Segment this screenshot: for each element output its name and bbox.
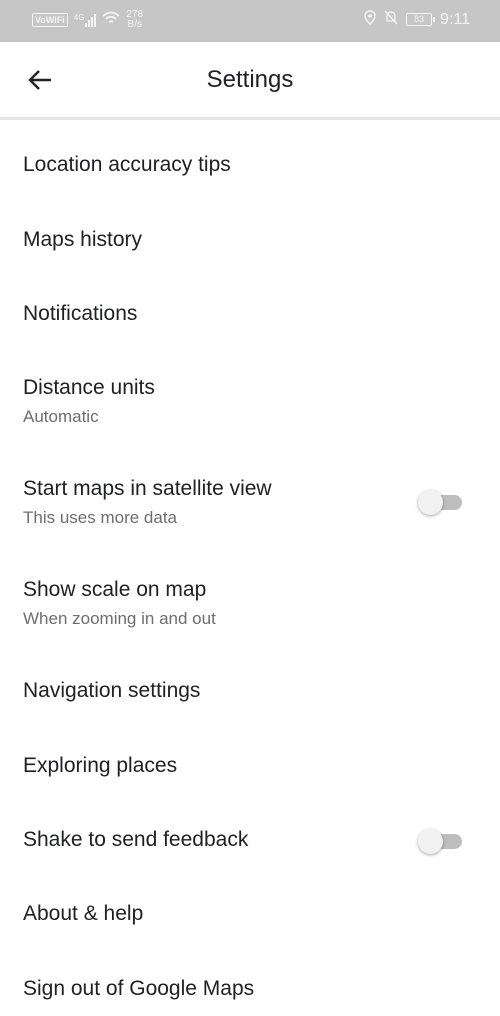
settings-item-label: Shake to send feedback	[23, 828, 249, 851]
settings-item-label: Location accuracy tips	[23, 153, 231, 176]
status-time: 9:11	[440, 10, 470, 28]
settings-item-subtitle: When zooming in and out	[23, 609, 216, 628]
settings-item-about-help[interactable]: About & help	[0, 874, 500, 949]
settings-item-distance-units[interactable]: Distance units Automatic	[0, 349, 500, 449]
app-bar: Settings	[0, 42, 500, 120]
wifi-icon	[102, 11, 120, 29]
toggle-thumb	[418, 829, 443, 854]
shake-feedback-toggle[interactable]	[418, 826, 464, 856]
settings-item-location-accuracy-tips[interactable]: Location accuracy tips	[0, 123, 500, 201]
settings-item-maps-history[interactable]: Maps history	[0, 201, 500, 275]
status-bar-left: VoWiFi 4G 278 B/s	[32, 10, 143, 30]
settings-item-label: Maps history	[23, 228, 143, 251]
network-speed: 278 B/s	[126, 10, 143, 30]
settings-item-satellite-view[interactable]: Start maps in satellite view This uses m…	[0, 449, 500, 550]
settings-item-shake-feedback[interactable]: Shake to send feedback	[0, 800, 500, 874]
status-bar: VoWiFi 4G 278 B/s 83 9:11	[0, 0, 500, 42]
location-icon	[364, 10, 376, 29]
settings-item-exploring-places[interactable]: Exploring places	[0, 726, 500, 800]
settings-item-label: Start maps in satellite view	[23, 477, 272, 500]
settings-item-show-scale[interactable]: Show scale on map When zooming in and ou…	[0, 550, 500, 651]
settings-item-subtitle: Automatic	[23, 407, 99, 426]
notifications-off-icon	[384, 10, 398, 29]
settings-item-label: Notifications	[23, 302, 138, 325]
satellite-view-toggle[interactable]	[418, 487, 464, 517]
vowifi-badge: VoWiFi	[32, 13, 68, 27]
settings-item-label: Sign out of Google Maps	[23, 977, 255, 1000]
battery-icon: 83	[406, 13, 436, 26]
status-bar-right: 83 9:11	[364, 10, 470, 29]
settings-item-label: Show scale on map	[23, 578, 207, 601]
settings-item-notifications[interactable]: Notifications	[0, 275, 500, 349]
settings-item-label: Navigation settings	[23, 679, 201, 702]
settings-item-navigation-settings[interactable]: Navigation settings	[0, 651, 500, 726]
settings-item-label: Distance units	[23, 376, 155, 399]
signal-icon: 4G	[74, 13, 97, 27]
settings-item-sign-out[interactable]: Sign out of Google Maps	[0, 949, 500, 1016]
settings-item-label: About & help	[23, 902, 144, 925]
network-speed-unit: B/s	[127, 19, 142, 30]
page-title: Settings	[206, 66, 294, 93]
network-type-label: 4G	[73, 13, 85, 22]
toggle-thumb	[418, 490, 443, 515]
settings-item-subtitle: This uses more data	[23, 508, 178, 527]
settings-item-label: Exploring places	[23, 754, 178, 777]
